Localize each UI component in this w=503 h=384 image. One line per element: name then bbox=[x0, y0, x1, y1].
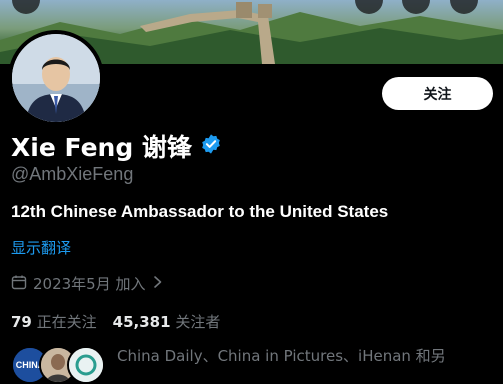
joined-text: 2023年5月 加入 bbox=[33, 275, 146, 293]
verified-badge-icon bbox=[200, 132, 222, 161]
followed-by-text: China Daily、China in Pictures、iHenan 和另 bbox=[117, 347, 446, 365]
profile-stats: 79 正在关注 45,381 关注者 bbox=[11, 311, 220, 332]
following-link[interactable]: 79 正在关注 bbox=[11, 311, 97, 332]
profile-handle: @AmbXieFeng bbox=[11, 164, 134, 184]
followers-link[interactable]: 45,381 关注者 bbox=[113, 311, 221, 332]
profile-avatar[interactable] bbox=[8, 30, 104, 126]
followed-by-row[interactable]: CHINA China Daily、China in Pictures、iHen… bbox=[11, 346, 446, 384]
profile-bio: 12th Chinese Ambassador to the United St… bbox=[11, 202, 389, 221]
profile-name: Xie Feng 谢锋 bbox=[11, 133, 192, 162]
joined-date[interactable]: 2023年5月 加入 bbox=[11, 273, 164, 294]
chevron-right-icon bbox=[152, 275, 164, 293]
profile-name-row: Xie Feng 谢锋 bbox=[11, 128, 222, 164]
following-label: 正在关注 bbox=[36, 313, 97, 331]
follower-avatar bbox=[67, 346, 105, 384]
followers-label: 关注者 bbox=[175, 313, 221, 331]
translate-link[interactable]: 显示翻译 bbox=[11, 237, 71, 258]
follow-button[interactable]: 关注 bbox=[382, 77, 493, 110]
calendar-icon bbox=[11, 274, 27, 294]
following-count: 79 bbox=[11, 313, 32, 331]
followers-count: 45,381 bbox=[112, 313, 171, 331]
